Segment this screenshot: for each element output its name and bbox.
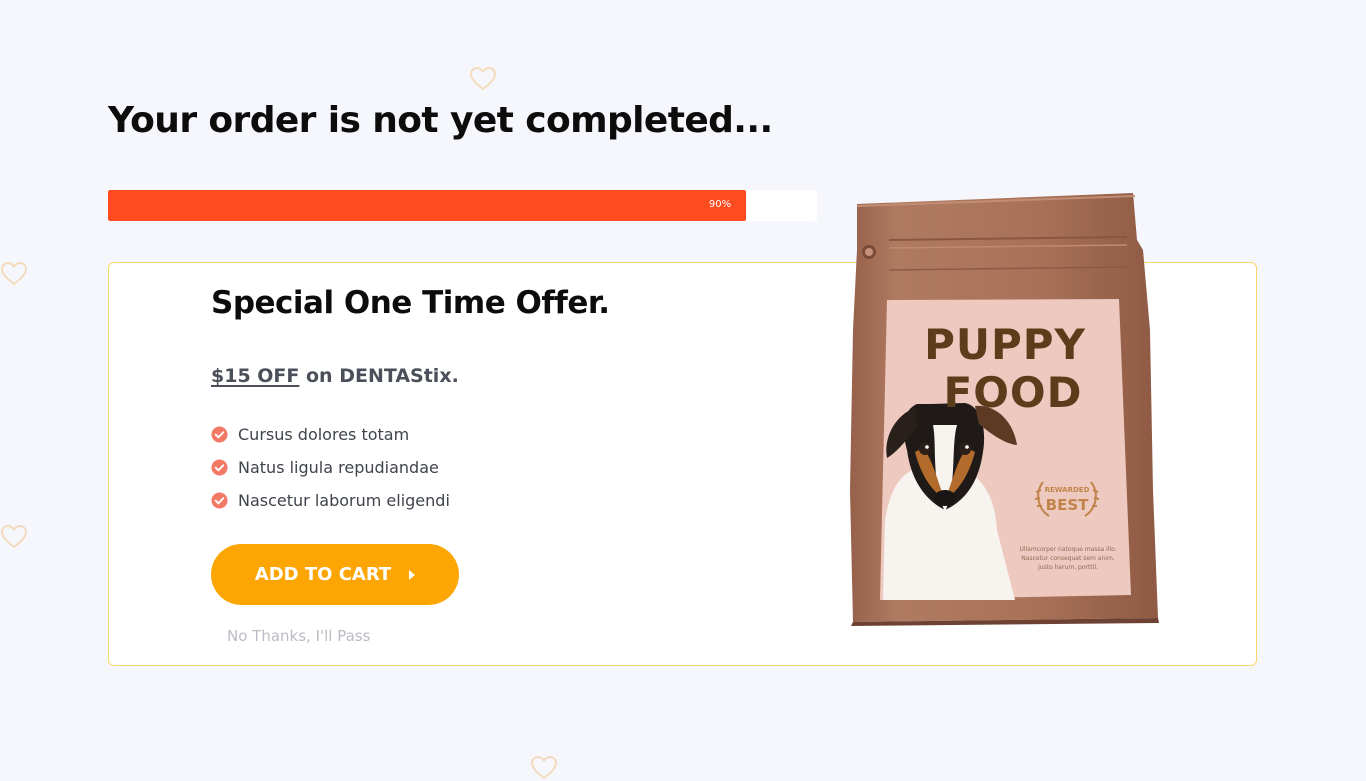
progress-fill: 90% — [108, 190, 747, 221]
heart-outline-icon — [469, 66, 497, 92]
heart-outline-icon — [0, 524, 28, 550]
feature-label: Cursus dolores totam — [238, 425, 410, 444]
caret-right-icon — [409, 569, 416, 580]
bag-headline-line1: PUPPY — [924, 320, 1086, 369]
add-to-cart-label: ADD TO CART — [254, 564, 392, 585]
badge-label-small: REWARDED — [1044, 486, 1090, 494]
offer-title: Special One Time Offer. — [211, 285, 610, 321]
order-progress-bar: 90% — [108, 190, 817, 221]
discount-product: on DENTAStix. — [299, 365, 459, 387]
discount-amount: $15 OFF — [211, 365, 300, 387]
list-item: Natus ligula repudiandae — [211, 451, 450, 484]
badge-label-big: BEST — [1045, 496, 1089, 514]
product-image: PUPPY FOOD REWARDED BEST Ullamcorper nat… — [845, 190, 1165, 630]
page-title: Your order is not yet completed... — [108, 100, 773, 141]
feature-list: Cursus dolores totam Natus ligula repudi… — [211, 418, 450, 517]
heart-outline-icon — [530, 755, 558, 781]
list-item: Cursus dolores totam — [211, 418, 450, 451]
check-circle-icon — [211, 426, 228, 443]
bag-caption: Ullamcorper natoque massa illo. Nascetur… — [1019, 546, 1117, 571]
heart-outline-icon — [0, 261, 28, 287]
bag-headline-line2: FOOD — [943, 368, 1083, 417]
feature-label: Natus ligula repudiandae — [238, 458, 439, 477]
add-to-cart-button[interactable]: ADD TO CART — [211, 544, 459, 605]
discount-line: $15 OFF on DENTAStix. — [211, 365, 459, 387]
progress-label: 90% — [708, 199, 732, 210]
list-item: Nascetur laborum eligendi — [211, 484, 450, 517]
feature-label: Nascetur laborum eligendi — [238, 491, 450, 510]
decline-offer-link[interactable]: No Thanks, I'll Pass — [227, 627, 370, 645]
check-circle-icon — [211, 459, 228, 476]
check-circle-icon — [211, 492, 228, 509]
